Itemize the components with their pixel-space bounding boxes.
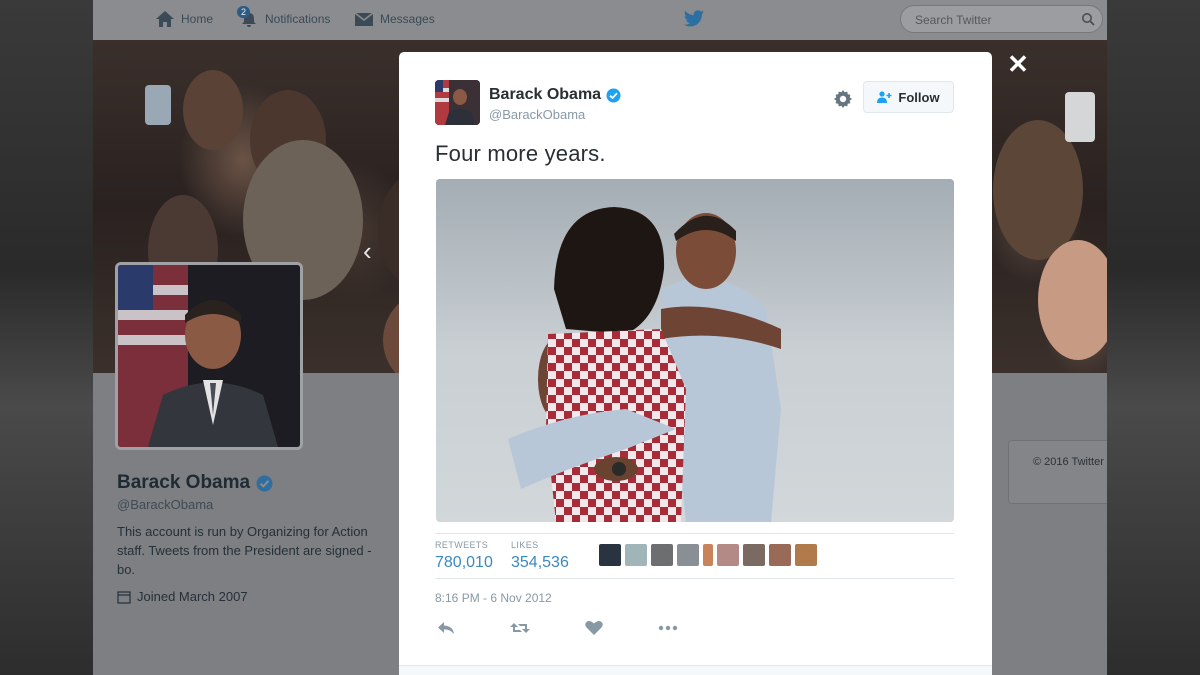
left-gutter bbox=[0, 0, 93, 675]
search-box bbox=[900, 5, 1103, 33]
profile-joined-row: Joined March 2007 bbox=[117, 589, 397, 604]
more-icon[interactable] bbox=[657, 618, 679, 638]
liker-avatar[interactable] bbox=[743, 544, 765, 566]
footer-card: © 2016 Twitter bbox=[1008, 440, 1107, 504]
likes-count: 354,536 bbox=[511, 554, 569, 571]
profile-name: Barack Obama bbox=[117, 472, 251, 493]
liker-avatar[interactable] bbox=[795, 544, 817, 566]
retweet-icon[interactable] bbox=[509, 618, 531, 638]
banner-prev-arrow[interactable]: ‹ bbox=[363, 236, 372, 267]
profile-avatar-photo bbox=[118, 265, 300, 447]
tweet-author-name-row: Barack Obama bbox=[489, 86, 621, 104]
profile-joined: Joined March 2007 bbox=[137, 589, 248, 604]
nav-messages[interactable]: Messages bbox=[354, 8, 435, 30]
tweet-photo[interactable] bbox=[436, 179, 954, 522]
retweets-label: RETWEETS bbox=[435, 540, 489, 550]
likes-stat[interactable]: LIKES 354,536 bbox=[511, 540, 569, 572]
like-icon[interactable] bbox=[583, 618, 605, 638]
liker-avatar[interactable] bbox=[769, 544, 791, 566]
nav-notifications-label: Notifications bbox=[265, 12, 331, 26]
tweet-author-avatar-photo bbox=[435, 80, 480, 125]
liker-avatar[interactable] bbox=[651, 544, 673, 566]
likes-label: LIKES bbox=[511, 540, 539, 550]
reply-icon[interactable] bbox=[435, 618, 457, 638]
tweet-actions bbox=[435, 618, 735, 642]
twitter-bird-icon[interactable] bbox=[683, 9, 705, 29]
profile-avatar[interactable] bbox=[115, 262, 303, 450]
profile-name-row: Barack Obama bbox=[117, 472, 397, 494]
search-icon[interactable] bbox=[1081, 12, 1095, 26]
tweet-author-name[interactable]: Barack Obama bbox=[489, 86, 601, 104]
top-navigation-bar: Home 2 Notifications Messages bbox=[93, 0, 1107, 41]
messages-icon bbox=[354, 12, 374, 26]
right-gutter bbox=[1107, 0, 1200, 675]
notifications-badge: 2 bbox=[237, 6, 251, 18]
home-icon bbox=[156, 11, 174, 27]
tweet-text: Four more years. bbox=[435, 141, 606, 166]
follow-button[interactable]: Follow bbox=[863, 81, 954, 113]
nav-notifications[interactable]: 2 Notifications bbox=[237, 6, 331, 30]
liker-avatar[interactable] bbox=[703, 544, 713, 566]
calendar-icon bbox=[117, 590, 131, 604]
tweet-author-handle[interactable]: @BarackObama bbox=[489, 107, 585, 122]
tweet-timestamp[interactable]: 8:16 PM - 6 Nov 2012 bbox=[435, 591, 552, 605]
modal-footer bbox=[399, 665, 992, 675]
retweets-count: 780,010 bbox=[435, 554, 493, 571]
gear-icon[interactable] bbox=[833, 89, 853, 109]
nav-messages-label: Messages bbox=[380, 12, 435, 26]
liker-avatar[interactable] bbox=[599, 544, 621, 566]
liker-avatars bbox=[599, 544, 817, 566]
nav-home[interactable]: Home bbox=[155, 8, 213, 30]
follow-user-icon bbox=[877, 91, 892, 103]
tweet-stats-row: RETWEETS 780,010 LIKES 354,536 bbox=[435, 533, 954, 579]
close-icon[interactable]: ✕ bbox=[1005, 51, 1031, 78]
tweet-author-avatar[interactable] bbox=[435, 80, 480, 125]
tweet-photo-image bbox=[436, 179, 954, 522]
retweets-stat[interactable]: RETWEETS 780,010 bbox=[435, 540, 493, 572]
verified-icon bbox=[256, 475, 273, 491]
tweet-modal: Barack Obama @BarackObama Follow Four mo… bbox=[399, 52, 992, 675]
verified-icon bbox=[606, 88, 621, 102]
nav-home-label: Home bbox=[181, 12, 214, 26]
profile-card: Barack Obama @BarackObama This account i… bbox=[117, 472, 397, 604]
profile-handle[interactable]: @BarackObama bbox=[117, 497, 397, 512]
follow-button-label: Follow bbox=[898, 89, 940, 105]
notifications-icon-wrap: 2 bbox=[237, 6, 259, 28]
copyright-text: © 2016 Twitter bbox=[1033, 456, 1104, 468]
liker-avatar[interactable] bbox=[677, 544, 699, 566]
liker-avatar[interactable] bbox=[717, 544, 739, 566]
profile-bio: This account is run by Organizing for Ac… bbox=[117, 524, 372, 577]
search-input[interactable] bbox=[913, 11, 1077, 29]
liker-avatar[interactable] bbox=[625, 544, 647, 566]
